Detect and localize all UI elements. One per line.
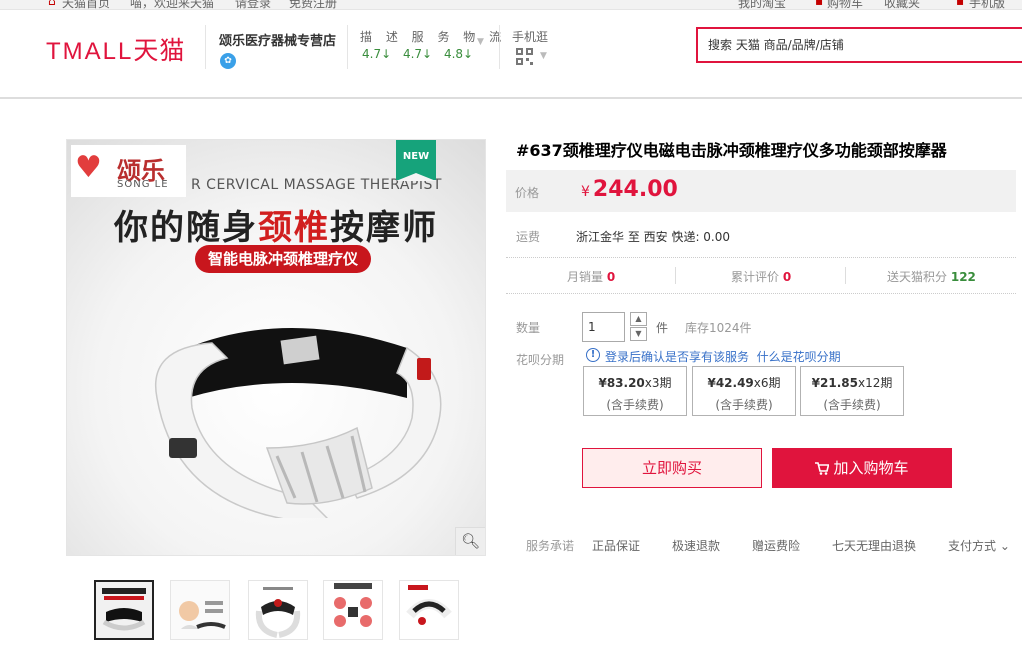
divider: [506, 293, 1016, 294]
huabei-help-link[interactable]: 什么是花呗分期: [757, 350, 841, 364]
installment-option-12[interactable]: ¥21.85x12期 (含手续费): [800, 366, 904, 416]
divider: [506, 257, 1016, 258]
shop-name[interactable]: 颂乐医疗器械专营店: [219, 30, 336, 49]
welcome-text: 喵，欢迎来天猫: [130, 0, 215, 10]
new-badge: NEW: [396, 140, 436, 181]
quantity-label: 数量: [516, 321, 541, 335]
info-icon: !: [586, 348, 600, 362]
neck-massager-illustration: [155, 328, 442, 518]
service-promise-label: 服务承诺: [526, 539, 575, 553]
rating-label: 描 述 服 务 物 流: [360, 30, 507, 44]
zoom-search-icon[interactable]: 🔍︎: [455, 527, 485, 555]
brand-name-en: SONG LE: [117, 179, 169, 190]
chevron-down-icon[interactable]: ▼: [477, 37, 484, 47]
search-box[interactable]: [696, 27, 1022, 63]
service-genuine[interactable]: 正品保证: [592, 537, 640, 554]
chevron-down-icon: ⌄: [999, 539, 1010, 553]
quantity-decrease-button[interactable]: ▼: [630, 327, 647, 341]
buy-now-button[interactable]: 立即购买: [582, 448, 762, 488]
payment-methods-dropdown[interactable]: 支付方式 ⌄: [948, 537, 1010, 554]
rating-logistics: 4.8↓: [443, 47, 474, 61]
divider: [499, 25, 500, 69]
price-label: 价格: [515, 186, 540, 200]
mobile-browse-label[interactable]: 手机逛: [512, 28, 548, 45]
shipping-destination[interactable]: 浙江金华 至 西安 快递: 0.00: [576, 228, 730, 245]
huabei-label: 花呗分期: [516, 353, 565, 367]
chevron-down-icon[interactable]: ▼: [540, 51, 547, 61]
my-taobao-link[interactable]: 我的淘宝: [738, 0, 786, 9]
product-main-image[interactable]: ♥ 颂乐 SONG LE R CERVICAL MASSAGE THERAPIS…: [66, 139, 486, 556]
huabei-note: 登录后确认是否享有该服务 什么是花呗分期: [605, 348, 841, 365]
quantity-increase-button[interactable]: ▲: [630, 312, 647, 326]
login-link[interactable]: 请登录: [235, 0, 271, 9]
image-subtitle-pill: 智能电脉冲颈椎理疗仪: [195, 245, 371, 273]
rating-service: 4.7↓: [402, 47, 433, 61]
cart-link[interactable]: 购物车: [827, 0, 863, 9]
rating-description: 4.7↓: [362, 47, 392, 61]
huabei-login-note[interactable]: 登录后确认是否享有该服务: [605, 350, 749, 364]
thumbnail-4[interactable]: [323, 580, 383, 640]
divider: [675, 267, 676, 284]
divider: [205, 25, 206, 69]
product-title: #637颈椎理疗仪电磁电击脉冲颈椎理疗仪多功能颈部按摩器: [516, 141, 947, 160]
brand-logo: ♥ 颂乐 SONG LE: [71, 145, 186, 197]
search-input[interactable]: [698, 29, 1022, 61]
register-link[interactable]: 免费注册: [289, 0, 337, 9]
tmall-points: 送天猫积分 122: [887, 270, 976, 284]
installment-option-6[interactable]: ¥42.49x6期 (含手续费): [692, 366, 796, 416]
cart-icon: ▪: [815, 0, 824, 8]
favorites-link[interactable]: 收藏夹: [884, 0, 920, 9]
qr-code-icon[interactable]: [516, 48, 533, 65]
quantity-input[interactable]: [582, 312, 625, 342]
shop-header: TMALL天猫 颂乐医疗器械专营店 ✿ 描 述 服 务 物 流 4.7↓ 4.7…: [0, 11, 1022, 99]
chevron-down-icon[interactable]: ⌄: [672, 226, 680, 237]
rating-values: 4.7↓ 4.7↓ 4.8↓: [362, 47, 481, 61]
price-value: ¥244.00: [581, 177, 678, 202]
thumbnail-5[interactable]: [399, 580, 459, 640]
top-bar: ⌂ 天猫首页 喵，欢迎来天猫 请登录 免费注册 我的淘宝 ▪ 购物车 收藏夹 ▪…: [0, 0, 1022, 10]
home-icon[interactable]: ⌂: [48, 0, 56, 8]
divider: [347, 25, 348, 69]
thumbnail-3[interactable]: [248, 580, 308, 640]
monthly-sales: 月销量 0: [567, 270, 616, 284]
add-to-cart-button[interactable]: 加入购物车: [772, 448, 952, 488]
cumulative-reviews[interactable]: 累计评价 0: [731, 268, 791, 285]
quantity-unit: 件: [656, 321, 669, 335]
image-headline: 你的随身颈椎按摩师: [114, 208, 438, 248]
shipping-label: 运费: [516, 230, 541, 244]
installment-option-3[interactable]: ¥83.20x3期 (含手续费): [583, 366, 687, 416]
tmall-home-link[interactable]: 天猫首页: [62, 0, 110, 9]
service-shipping-insurance[interactable]: 赠运费险: [752, 537, 800, 554]
service-seven-day-return[interactable]: 七天无理由退换: [832, 537, 916, 554]
tmall-logo[interactable]: TMALL天猫: [46, 31, 185, 67]
phone-icon: ▪: [956, 0, 965, 8]
divider: [845, 267, 846, 284]
mobile-version-link[interactable]: 手机版: [969, 0, 1005, 9]
price-panel: 价格 ¥244.00: [506, 170, 1016, 212]
shop-level-icon: ✿: [220, 53, 236, 69]
stock-count: 库存1024件: [685, 321, 752, 335]
heart-icon: ♥: [75, 150, 102, 185]
thumbnail-1[interactable]: [94, 580, 154, 640]
service-fast-refund[interactable]: 极速退款: [672, 537, 720, 554]
cart-icon: [815, 462, 830, 475]
thumbnail-2[interactable]: [170, 580, 230, 640]
